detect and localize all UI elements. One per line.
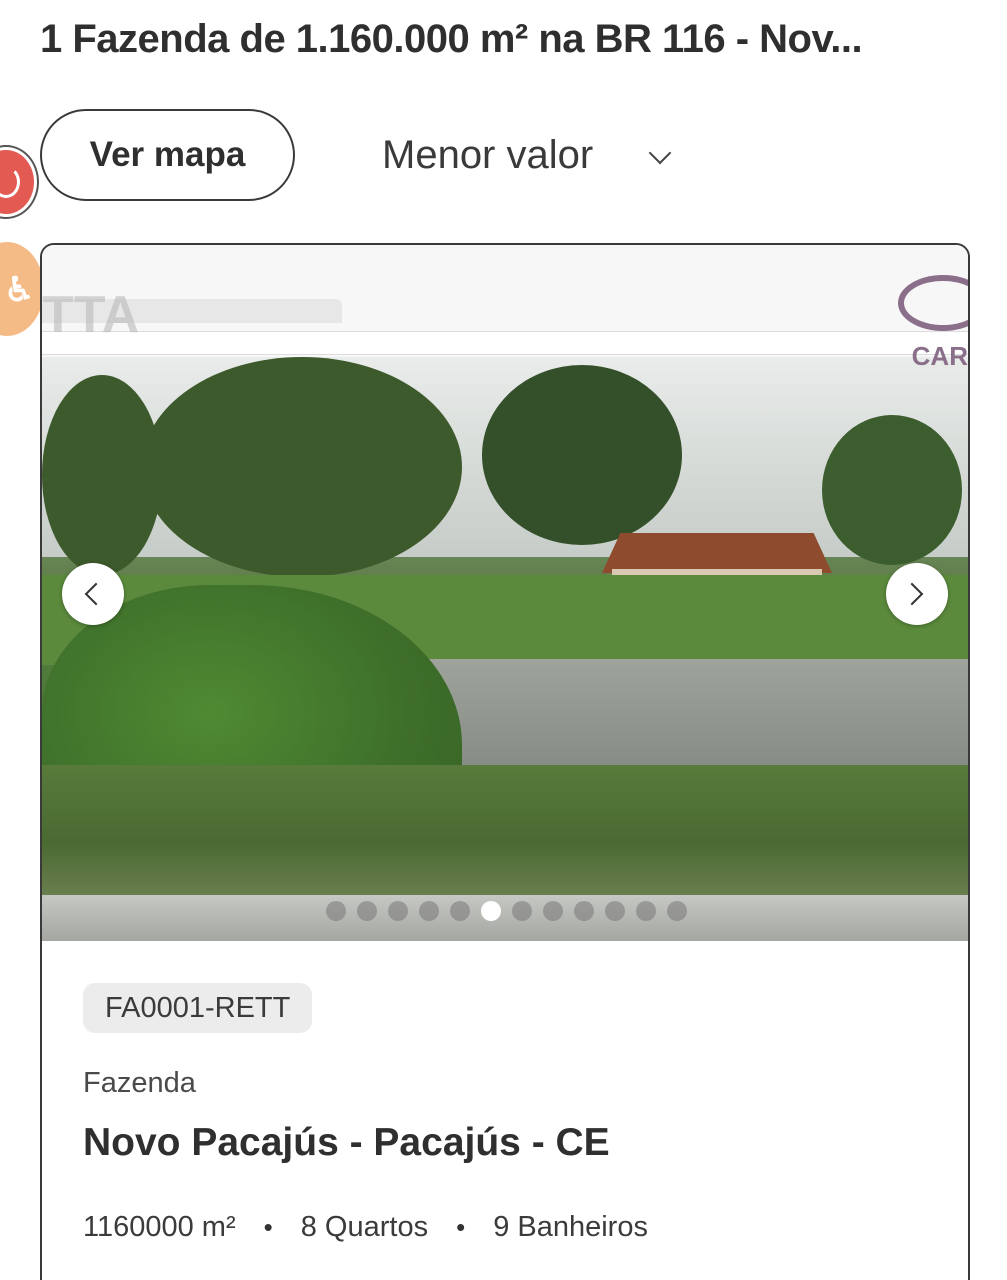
photo-tree bbox=[142, 357, 462, 577]
property-type: Fazenda bbox=[83, 1067, 196, 1099]
carousel-dot[interactable] bbox=[450, 901, 470, 921]
photo-watermark: TTA bbox=[42, 286, 140, 344]
carousel-dot[interactable] bbox=[357, 901, 377, 921]
reference-badge: FA0001-RETT bbox=[83, 983, 313, 1033]
listing-card[interactable]: TTA CAR FA0001-RETT Fazenda Novo Pacajús… bbox=[40, 243, 970, 1280]
photo-browser-bar: TTA CAR bbox=[42, 245, 968, 371]
sort-select[interactable]: Menor valor bbox=[382, 109, 682, 201]
accessibility-icon[interactable]: ♿︎ bbox=[0, 242, 44, 336]
carousel-dot[interactable] bbox=[512, 901, 532, 921]
photo-logo-text: CAR bbox=[911, 341, 968, 371]
feature-separator: • bbox=[263, 1212, 273, 1242]
carousel-dot[interactable] bbox=[326, 901, 346, 921]
feature-separator: • bbox=[456, 1212, 466, 1242]
feature-bedrooms: 8 Quartos bbox=[300, 1211, 429, 1243]
carousel-dot[interactable] bbox=[605, 901, 625, 921]
chevron-down-icon bbox=[648, 141, 672, 165]
photo-tree bbox=[822, 415, 962, 565]
listing-photo[interactable]: TTA CAR bbox=[42, 245, 968, 941]
photo-logo bbox=[898, 275, 968, 331]
carousel-dot[interactable] bbox=[667, 901, 687, 921]
carousel-prev-button[interactable] bbox=[62, 563, 124, 625]
carousel-dot[interactable] bbox=[636, 901, 656, 921]
photo-building-roof bbox=[602, 533, 832, 573]
photo-tree bbox=[482, 365, 682, 545]
view-map-button[interactable]: Ver mapa bbox=[40, 109, 295, 201]
feature-bathrooms: 9 Banheiros bbox=[493, 1211, 648, 1243]
chevron-right-icon bbox=[900, 582, 924, 606]
photo-verge bbox=[42, 765, 968, 895]
page-title: 1 Fazenda de 1.160.000 m² na BR 116 - No… bbox=[40, 17, 863, 61]
carousel-next-button[interactable] bbox=[886, 563, 948, 625]
photo-tree bbox=[42, 375, 162, 575]
chevron-left-icon bbox=[84, 582, 108, 606]
carousel-dots bbox=[326, 901, 687, 921]
carousel-dot-active[interactable] bbox=[481, 901, 501, 921]
carousel-dot[interactable] bbox=[419, 901, 439, 921]
carousel-dot[interactable] bbox=[543, 901, 563, 921]
feature-area: 1160000 m² bbox=[83, 1211, 236, 1243]
photo-browser-urlbar bbox=[42, 331, 968, 355]
sort-selected-value: Menor valor bbox=[382, 132, 594, 177]
carousel-dot[interactable] bbox=[574, 901, 594, 921]
property-location[interactable]: Novo Pacajús - Pacajús - CE bbox=[83, 1121, 610, 1165]
power-icon[interactable] bbox=[0, 150, 34, 214]
carousel-dot[interactable] bbox=[388, 901, 408, 921]
property-features: 1160000 m² • 8 Quartos • 9 Banheiros bbox=[83, 1211, 648, 1244]
